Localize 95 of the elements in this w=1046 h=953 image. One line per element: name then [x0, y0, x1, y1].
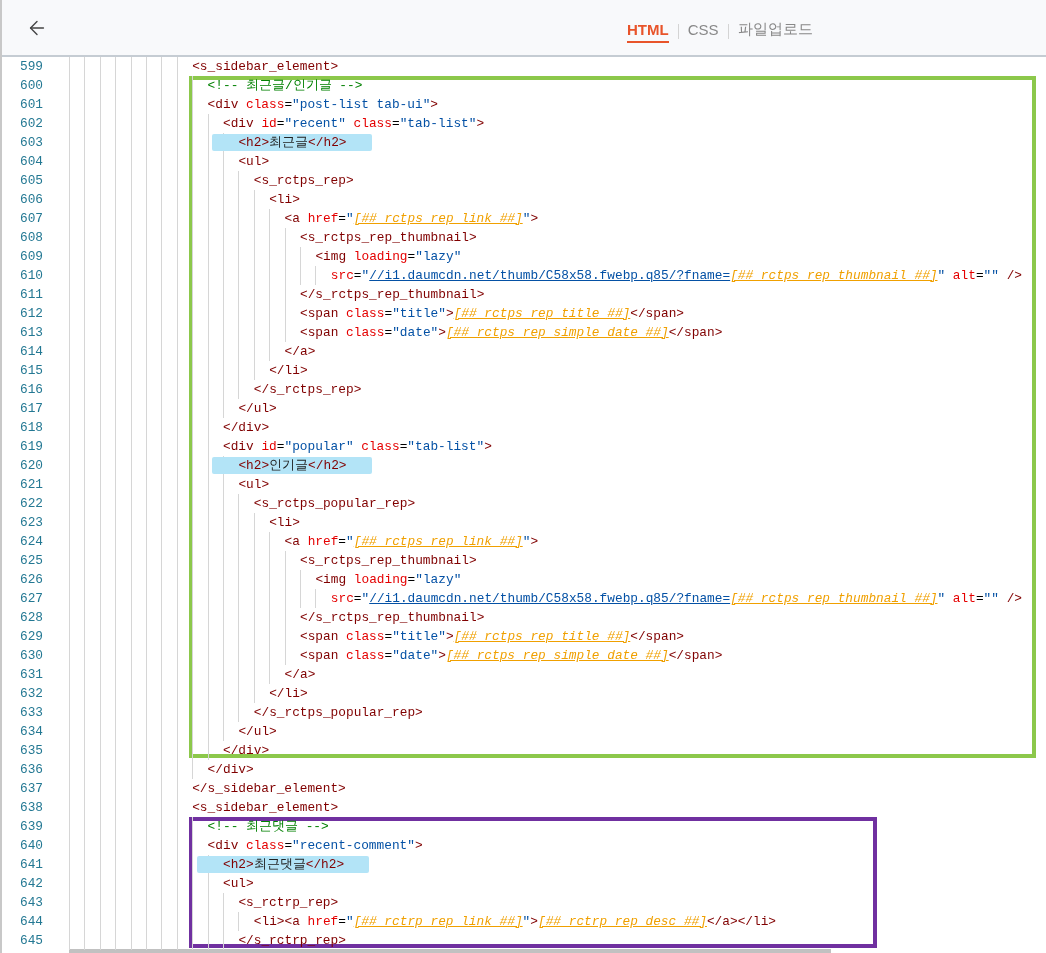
- line-number: 633: [19, 705, 45, 720]
- line-number: 631: [19, 667, 45, 682]
- line-number: 621: [19, 477, 45, 492]
- code-line: </a>: [284, 343, 316, 360]
- code-line: </s_rctrp_rep>: [238, 932, 346, 949]
- line-number: 603: [19, 135, 45, 150]
- line-number: 634: [19, 724, 45, 739]
- code-line: </s_sidebar_element>: [192, 780, 346, 797]
- code-line: src="//i1.daumcdn.net/thumb/C58x58.fwebp.q85/?fname=[##_rctps_rep_thumbnail_##]" alt="" />: [330, 267, 1022, 284]
- code-line: <li><a href="[##_rctrp_rep_link_##]">[##_rctrp_rep_desc_##]</a></li>: [253, 913, 777, 930]
- code-line: src="//i1.daumcdn.net/thumb/C58x58.fwebp.q85/?fname=[##_rctps_rep_thumbnail_##]" alt="" />: [330, 590, 1022, 607]
- code-line: <div id="recent" class="tab-list">: [223, 115, 485, 132]
- code-line: </a>: [284, 666, 316, 683]
- line-number: 622: [19, 496, 45, 511]
- line-number: 614: [19, 344, 45, 359]
- code-line: <span class="title">[##_rctps_rep_title_##]</span>: [300, 628, 685, 645]
- code-line: <li>: [269, 514, 300, 531]
- line-number: 609: [19, 249, 45, 264]
- line-number: 616: [19, 382, 45, 397]
- code-line: <s_sidebar_element>: [192, 58, 339, 75]
- code-line: <div class="post-list tab-ui">: [207, 96, 438, 113]
- code-line: </s_rctps_rep>: [253, 381, 362, 398]
- code-line: <span class="title">[##_rctps_rep_title_##]</span>: [300, 305, 685, 322]
- line-number: 625: [19, 553, 45, 568]
- editor-tab[interactable]: CSS: [687, 19, 719, 43]
- editor-tab[interactable]: HTML: [627, 19, 669, 43]
- code-line: <s_sidebar_element>: [192, 799, 339, 816]
- code-line: <ul>: [238, 476, 270, 493]
- line-number: 642: [19, 876, 45, 891]
- line-number: 599: [19, 59, 45, 74]
- code-line: <s_rctrp_rep>: [238, 894, 339, 911]
- code-line: </ul>: [238, 723, 277, 740]
- code-line: <ul>: [223, 875, 254, 892]
- line-number: 607: [19, 211, 45, 226]
- code-line: <!-- 최근댓글 -->: [207, 818, 329, 835]
- code-line: </li>: [269, 685, 308, 702]
- line-number: 602: [19, 116, 45, 131]
- line-number: 623: [19, 515, 45, 530]
- code-line: <div id="popular" class="tab-list">: [223, 438, 492, 455]
- line-number: 628: [19, 610, 45, 625]
- code-line: <s_rctps_popular_rep>: [253, 495, 416, 512]
- line-number: 639: [19, 819, 45, 834]
- code-line: <span class="date">[##_rctps_rep_simple_date_##]</span>: [300, 324, 723, 341]
- line-number: 601: [19, 97, 45, 112]
- line-number: 627: [19, 591, 45, 606]
- code-line: <span class="date">[##_rctps_rep_simple_date_##]</span>: [300, 647, 723, 664]
- line-number: 611: [19, 287, 45, 302]
- code-line: <img loading="lazy": [315, 571, 462, 588]
- code-line: <!-- 최근글/인기글 -->: [207, 77, 363, 94]
- line-number: 618: [19, 420, 45, 435]
- code-line: <div class="recent-comment">: [207, 837, 423, 854]
- code-line: </s_rctps_rep_thumbnail>: [300, 609, 485, 626]
- line-number: 612: [19, 306, 45, 321]
- code-line: <a href="[##_rctps_rep_link_##]">: [284, 533, 539, 550]
- line-number: 630: [19, 648, 45, 663]
- line-number: 645: [19, 933, 45, 948]
- line-number: 626: [19, 572, 45, 587]
- code-line: </li>: [269, 362, 308, 379]
- line-number: 635: [19, 743, 45, 758]
- line-number: 638: [19, 800, 45, 815]
- line-number: 620: [19, 458, 45, 473]
- code-line: </ul>: [238, 400, 277, 417]
- code-line: </div>: [223, 419, 270, 436]
- scrollbar-thumb[interactable]: [69, 949, 831, 953]
- line-number: 632: [19, 686, 45, 701]
- line-number: 629: [19, 629, 45, 644]
- code-line: </s_rctps_popular_rep>: [253, 704, 423, 721]
- line-number: 606: [19, 192, 45, 207]
- code-line: <s_rctps_rep>: [253, 172, 354, 189]
- line-number: 605: [19, 173, 45, 188]
- line-number: 637: [19, 781, 45, 796]
- code-line: <s_rctps_rep_thumbnail>: [300, 229, 477, 246]
- code-line: </div>: [223, 742, 270, 759]
- line-number: 624: [19, 534, 45, 549]
- line-number: 613: [19, 325, 45, 340]
- code-line: <img loading="lazy": [315, 248, 462, 265]
- code-line: <s_rctps_rep_thumbnail>: [300, 552, 477, 569]
- line-number: 643: [19, 895, 45, 910]
- line-number: 617: [19, 401, 45, 416]
- line-number: 619: [19, 439, 45, 454]
- code-line: <a href="[##_rctps_rep_link_##]">: [284, 210, 539, 227]
- line-number: 610: [19, 268, 45, 283]
- editor-tab[interactable]: 파일업로드: [737, 18, 813, 44]
- line-number: 615: [19, 363, 45, 378]
- code-line: </div>: [207, 761, 254, 778]
- line-number: 644: [19, 914, 45, 929]
- line-number: 640: [19, 838, 45, 853]
- code-line: <li>: [269, 191, 300, 208]
- line-number: 608: [19, 230, 45, 245]
- code-line: <ul>: [238, 153, 270, 170]
- line-number: 600: [19, 78, 45, 93]
- line-number: 636: [19, 762, 45, 777]
- line-number: 641: [19, 857, 45, 872]
- code-line: </s_rctps_rep_thumbnail>: [300, 286, 485, 303]
- line-number: 604: [19, 154, 45, 169]
